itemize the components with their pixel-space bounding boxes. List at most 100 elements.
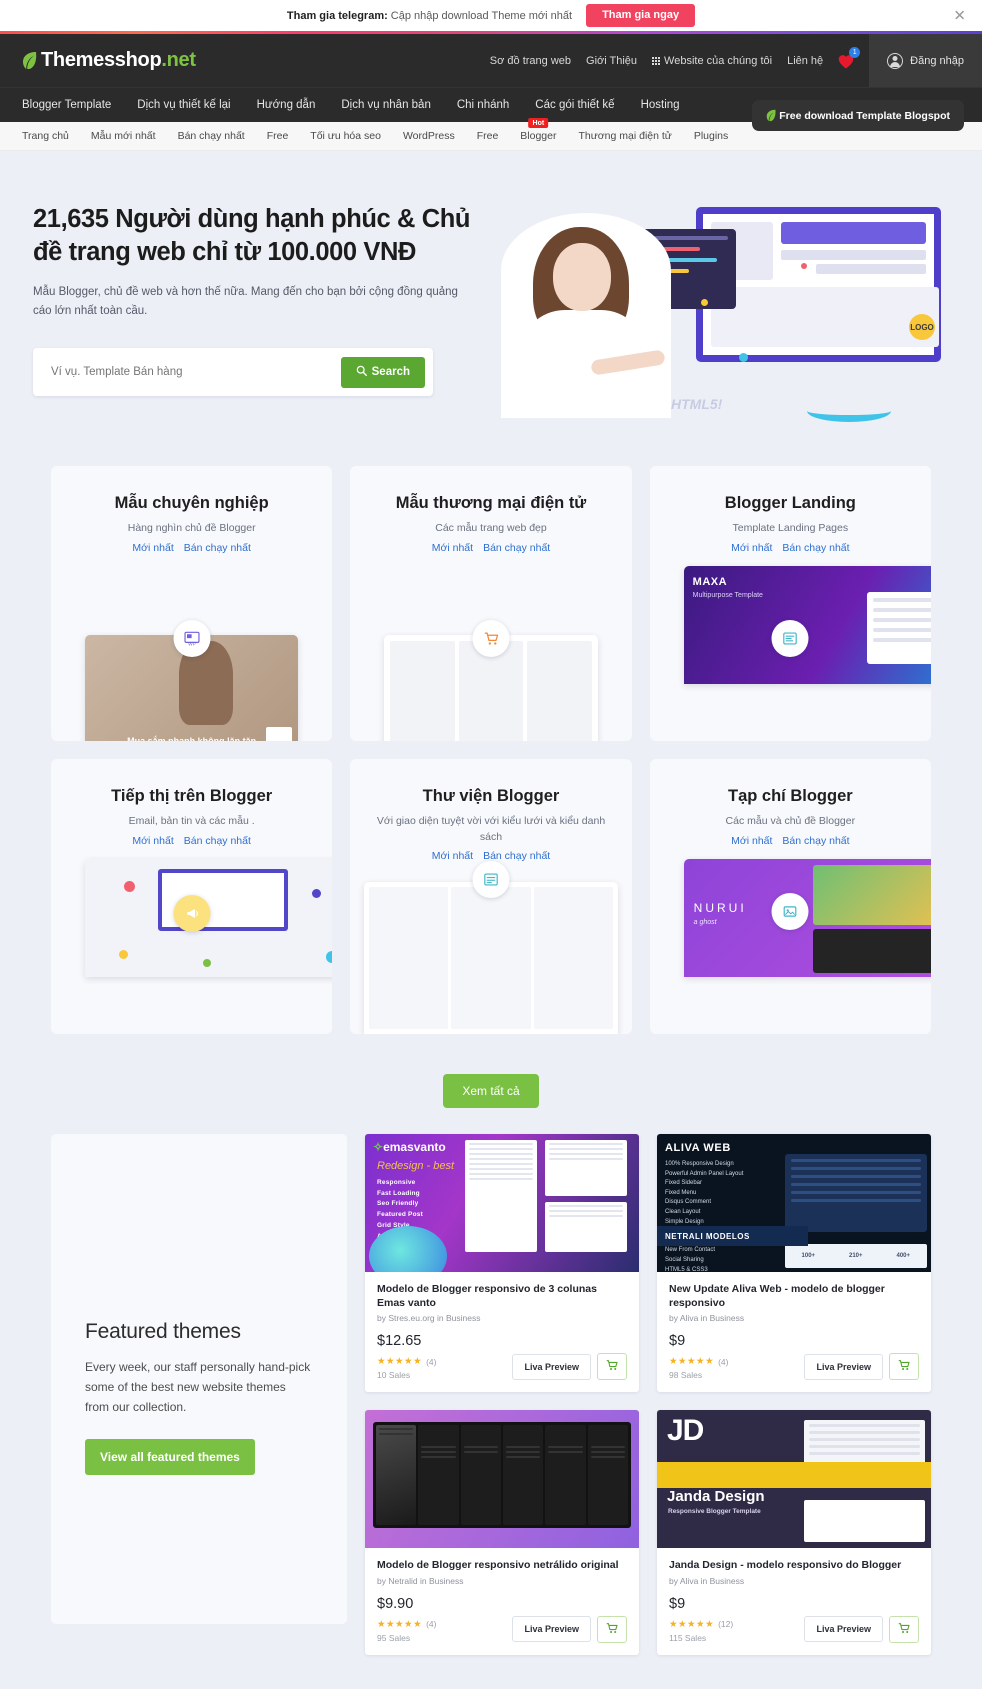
live-preview-button[interactable]: Liva Preview [804, 1353, 883, 1380]
product-author: by Aliva in Business [669, 1313, 745, 1324]
product-title[interactable]: Modelo de Blogger responsivo de 3 coluna… [377, 1282, 627, 1310]
category-link-bestseller[interactable]: Bán chạy nhất [782, 835, 849, 847]
product-rating-count: (12) [718, 1619, 734, 1630]
view-all-featured-button[interactable]: View all featured themes [85, 1439, 255, 1476]
product-card-emas-vanto[interactable]: ✧emasvanto Redesign - best Responsive Fas… [365, 1134, 639, 1393]
category-card-landing[interactable]: Blogger Landing Template Landing Pages M… [649, 466, 931, 741]
category-card-marketing[interactable]: Tiếp thị trên Blogger Email, bản tin và … [51, 759, 333, 1034]
product-thumbnail[interactable] [365, 1410, 639, 1549]
login-label: Đăng nhập [910, 54, 964, 67]
product-actions: Liva Preview [512, 1353, 627, 1381]
product-meta: ★★★★★ (4) 95 Sales [377, 1619, 436, 1643]
subnav-ecommerce[interactable]: Thương mại điện tử [579, 130, 672, 142]
hero-illustration: LOGO Aa HTML5! [501, 203, 951, 422]
subnav-blogger[interactable]: Hot Blogger [520, 118, 557, 142]
telegram-announcement-bar: Tham gia telegram: Cập nhập download The… [0, 0, 982, 31]
login-button[interactable]: Đăng nhập [869, 34, 982, 87]
nav-clone-service[interactable]: Dịch vụ nhân bản [341, 99, 431, 111]
close-icon[interactable]: ✕ [953, 8, 966, 23]
telegram-label: Tham gia telegram: [286, 9, 388, 22]
free-download-pill[interactable]: Free download Template Blogspot [752, 100, 964, 131]
subnav-plugins[interactable]: Plugins [694, 130, 728, 142]
category-thumbnail-caption: NURUI [693, 900, 747, 915]
product-footer: ★★★★★ (4) 10 Sales Liva Preview [377, 1353, 627, 1381]
product-rating: ★★★★★ (4) [377, 1356, 436, 1367]
category-link-newest[interactable]: Mới nhất [132, 835, 173, 847]
live-preview-button[interactable]: Liva Preview [512, 1353, 591, 1380]
featured-paragraph: Every week, our staff personally hand-pi… [85, 1360, 311, 1414]
product-title[interactable]: Modelo de Blogger responsivo netrálido o… [377, 1558, 627, 1572]
subnav-newest[interactable]: Mẫu mới nhất [91, 130, 156, 142]
add-to-cart-button[interactable] [597, 1353, 627, 1381]
subnav-bestseller[interactable]: Bán chạy nhất [178, 130, 245, 142]
nav-hosting[interactable]: Hosting [641, 99, 680, 111]
view-all-button[interactable]: Xem tất cả [443, 1074, 539, 1108]
subnav-free-1[interactable]: Free [267, 130, 289, 142]
header-link-contact[interactable]: Liên hệ [787, 55, 823, 67]
site-logo[interactable]: Themesshop .net [22, 49, 196, 72]
product-card-janda-design[interactable]: JD Janda Design Responsive Blogger Templ… [657, 1410, 931, 1655]
nav-redesign-service[interactable]: Dịch vụ thiết kế lại [137, 99, 230, 111]
category-link-newest[interactable]: Mới nhất [731, 542, 772, 554]
subnav-free-2[interactable]: Free [477, 130, 499, 142]
category-link-newest[interactable]: Mới nhất [132, 542, 173, 554]
product-title[interactable]: New Update Aliva Web - modelo de blogger… [669, 1282, 919, 1310]
search-button[interactable]: Search [340, 356, 425, 388]
header-link-our-website[interactable]: Website của chúng tôi [652, 55, 772, 67]
category-card-ecommerce[interactable]: Mẫu thương mại điện tử Các mẫu trang web… [350, 466, 632, 741]
category-link-newest[interactable]: Mới nhất [731, 835, 772, 847]
subnav-home[interactable]: Trang chủ [22, 130, 69, 142]
category-link-newest[interactable]: Mới nhất [432, 850, 473, 862]
wordpress-icon: WP [173, 620, 211, 657]
product-title[interactable]: Janda Design - modelo responsivo do Blog… [669, 1558, 919, 1572]
category-title: Tạp chí Blogger [727, 787, 853, 805]
add-to-cart-button[interactable] [889, 1615, 919, 1643]
header-link-sitemap[interactable]: Sơ đồ trang web [490, 55, 571, 67]
telegram-join-button[interactable]: Tham gia ngay [586, 4, 696, 27]
live-preview-button[interactable]: Liva Preview [512, 1616, 591, 1643]
nav-blogger-template[interactable]: Blogger Template [22, 99, 111, 111]
category-card-professional[interactable]: Mẫu chuyên nghiệp Hàng nghìn chủ đề Blog… [51, 466, 333, 741]
category-card-magazine[interactable]: Tạp chí Blogger Các mẫu và chủ đề Blogge… [649, 759, 931, 1034]
product-price: $9 [669, 1595, 686, 1612]
add-to-cart-button[interactable] [597, 1615, 627, 1643]
category-link-bestseller[interactable]: Bán chạy nhất [184, 542, 251, 554]
product-body: Modelo de Blogger responsivo de 3 coluna… [365, 1272, 639, 1392]
secondary-navigation: Trang chủ Mẫu mới nhất Bán chạy nhất Fre… [0, 100, 982, 151]
nav-branches[interactable]: Chi nhánh [457, 99, 509, 111]
category-card-library[interactable]: Thư viện Blogger Với giao diện tuyệt vời… [350, 759, 632, 1034]
star-rating-icon: ★★★★★ [377, 1618, 423, 1630]
view-all-wrapper: Xem tất cả [0, 1064, 982, 1134]
product-meta: ★★★★★ (12) 115 Sales [669, 1619, 733, 1643]
add-to-cart-button[interactable] [889, 1353, 919, 1381]
subnav-seo[interactable]: Tối ưu hóa seo [310, 130, 381, 142]
product-author: by Netralid in Business [377, 1575, 464, 1586]
product-thumbnail[interactable]: ALIVA WEB 100% Responsive Design Powerful… [657, 1134, 931, 1272]
product-card-netralido[interactable]: Modelo de Blogger responsivo netrálido o… [365, 1410, 639, 1655]
product-rating: ★★★★★ (4) [669, 1356, 728, 1367]
product-thumbnail[interactable]: JD Janda Design Responsive Blogger Templ… [657, 1410, 931, 1549]
category-link-newest[interactable]: Mới nhất [432, 542, 473, 554]
product-price: $9.90 [377, 1595, 414, 1612]
category-link-bestseller[interactable]: Bán chạy nhất [782, 542, 849, 554]
illustration-swoosh [807, 400, 891, 422]
product-author: by Stres.eu.org in Business [377, 1313, 481, 1324]
nav-guides[interactable]: Hướng dẫn [257, 99, 316, 111]
wishlist-button[interactable]: 1 [838, 46, 861, 68]
product-actions: Liva Preview [804, 1353, 919, 1381]
live-preview-button[interactable]: Liva Preview [804, 1616, 883, 1643]
product-thumb-script: Redesign - best [377, 1160, 455, 1172]
product-card-aliva-web[interactable]: ALIVA WEB 100% Responsive Design Powerful… [657, 1134, 931, 1393]
leaf-icon [22, 51, 37, 70]
search-input[interactable] [51, 366, 341, 379]
category-link-bestseller[interactable]: Bán chạy nhất [184, 835, 251, 847]
product-thumb-band: NETRALI MODELOS [657, 1226, 808, 1246]
subnav-wordpress[interactable]: WordPress [403, 130, 455, 142]
category-desc: Hàng nghìn chủ đề Blogger [127, 522, 256, 535]
category-link-bestseller[interactable]: Bán chạy nhất [483, 542, 550, 554]
category-link-bestseller[interactable]: Bán chạy nhất [483, 850, 550, 862]
category-desc: Các mẫu và chủ đề Blogger [725, 815, 856, 828]
nav-design-packages[interactable]: Các gói thiết kế [535, 99, 614, 111]
header-link-about[interactable]: Giới Thiệu [586, 55, 637, 67]
product-thumbnail[interactable]: ✧emasvanto Redesign - best Responsive Fas… [365, 1134, 639, 1272]
